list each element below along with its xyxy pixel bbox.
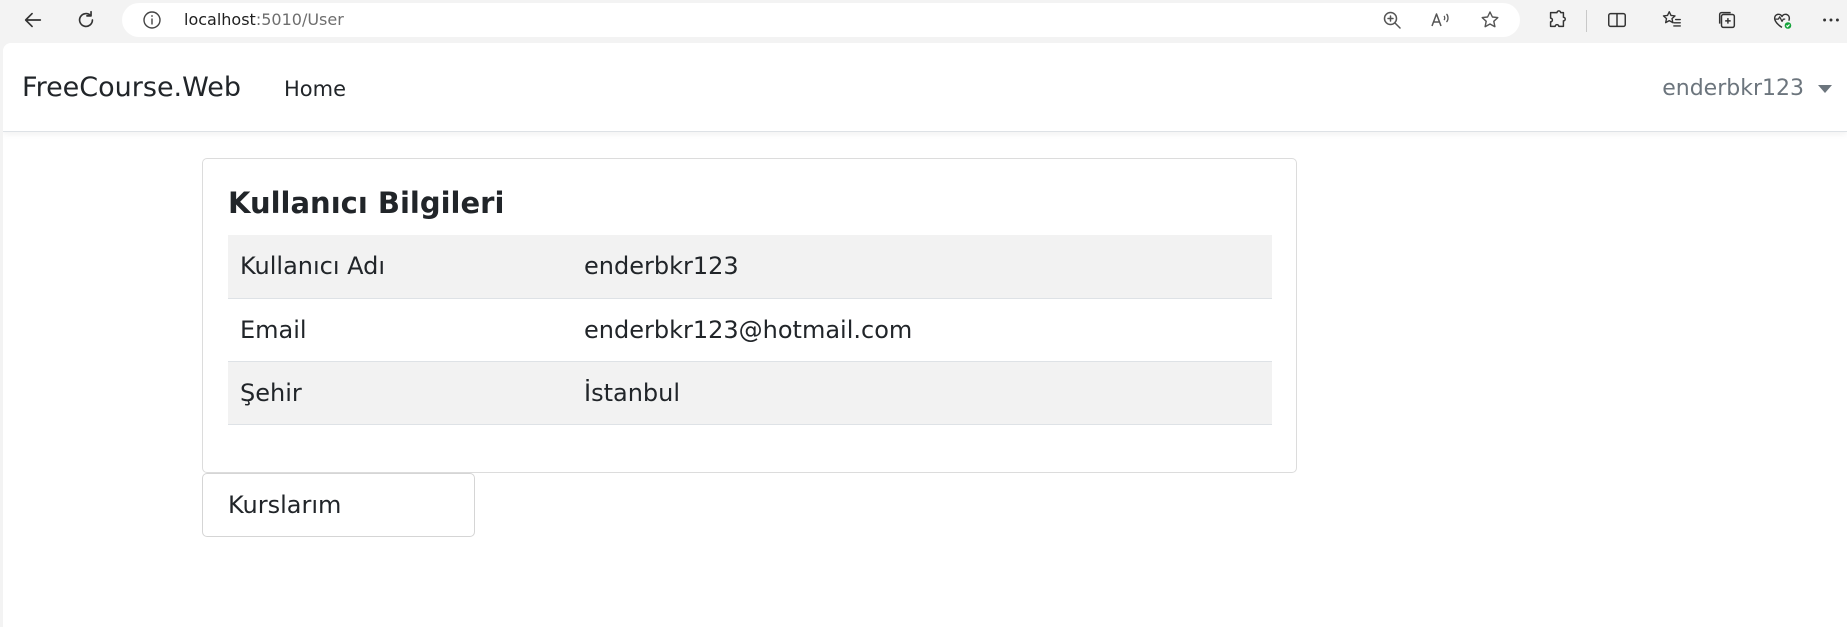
table-row: Email enderbkr123@hotmail.com <box>228 298 1272 362</box>
browser-toolbar: localhost:5010/User <box>0 0 1847 40</box>
user-dropdown[interactable]: enderbkr123 <box>1662 76 1832 102</box>
my-courses-button[interactable]: Kurslarım <box>202 473 475 537</box>
table-row: Kullanıcı Adı enderbkr123 <box>228 235 1272 299</box>
address-bar[interactable]: localhost:5010/User <box>122 3 1520 37</box>
collections-icon[interactable] <box>1709 2 1745 38</box>
back-icon[interactable] <box>15 2 51 38</box>
extensions-icon[interactable] <box>1539 2 1575 38</box>
split-screen-icon[interactable] <box>1599 2 1635 38</box>
table-row: Şehir İstanbul <box>228 361 1272 425</box>
zoom-icon[interactable] <box>1380 8 1404 32</box>
row-value: enderbkr123@hotmail.com <box>572 298 1272 362</box>
favorite-star-icon[interactable] <box>1478 8 1502 32</box>
more-icon[interactable] <box>1813 2 1847 38</box>
page-viewport: FreeCourse.Web Home enderbkr123 Kullanıc… <box>3 43 1847 627</box>
row-label: Email <box>228 298 572 362</box>
url-text[interactable]: localhost:5010/User <box>184 10 344 30</box>
row-value: enderbkr123 <box>572 235 1272 299</box>
browser-essentials-icon[interactable] <box>1764 2 1800 38</box>
toolbar-divider <box>1586 10 1587 32</box>
row-label: Şehir <box>228 361 572 425</box>
user-info-table: Kullanıcı Adı enderbkr123 Email enderbkr… <box>228 235 1272 425</box>
read-aloud-icon[interactable] <box>1428 8 1452 32</box>
url-path: :5010/User <box>255 10 344 29</box>
user-name: enderbkr123 <box>1662 76 1804 101</box>
url-host: localhost <box>184 10 256 29</box>
caret-down-icon <box>1818 85 1832 93</box>
site-navbar: FreeCourse.Web Home enderbkr123 <box>3 43 1847 132</box>
brand-link[interactable]: FreeCourse.Web <box>22 72 241 104</box>
refresh-icon[interactable] <box>68 2 104 38</box>
user-info-card: Kullanıcı Bilgileri Kullanıcı Adı enderb… <box>202 158 1297 473</box>
row-label: Kullanıcı Adı <box>228 235 572 299</box>
row-value: İstanbul <box>572 361 1272 425</box>
info-icon[interactable] <box>142 10 162 30</box>
nav-home-link[interactable]: Home <box>284 76 346 102</box>
favorites-icon[interactable] <box>1654 2 1690 38</box>
card-title: Kullanıcı Bilgileri <box>228 186 505 220</box>
